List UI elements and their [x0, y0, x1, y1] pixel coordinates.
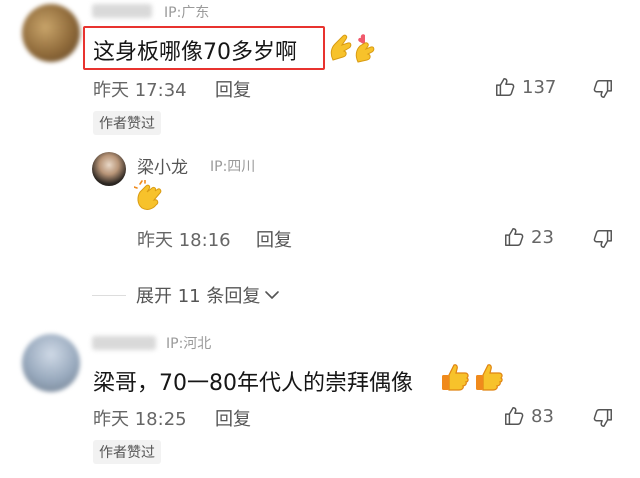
thumbs-up-emoji	[476, 364, 503, 391]
timestamp: 昨天 18:25	[93, 409, 187, 430]
username-blurred	[92, 336, 156, 350]
comment-2: IP:河北 梁哥，70一80年代人的崇拜偶像 昨天 18:25 回复 83 作者…	[0, 0, 640, 478]
thumbs-up-emoji	[442, 364, 469, 391]
like-count: 83	[531, 405, 554, 427]
reply-button[interactable]: 回复	[215, 405, 251, 431]
avatar[interactable]	[22, 334, 80, 392]
comment-text: 梁哥，70一80年代人的崇拜偶像	[93, 371, 413, 396]
author-liked-badge: 作者赞过	[93, 440, 161, 464]
ip-location: IP:河北	[166, 336, 212, 352]
thumbs-down-icon[interactable]	[592, 407, 614, 429]
like-button[interactable]: 83	[503, 405, 554, 427]
thumbs-up-icon	[505, 407, 524, 425]
